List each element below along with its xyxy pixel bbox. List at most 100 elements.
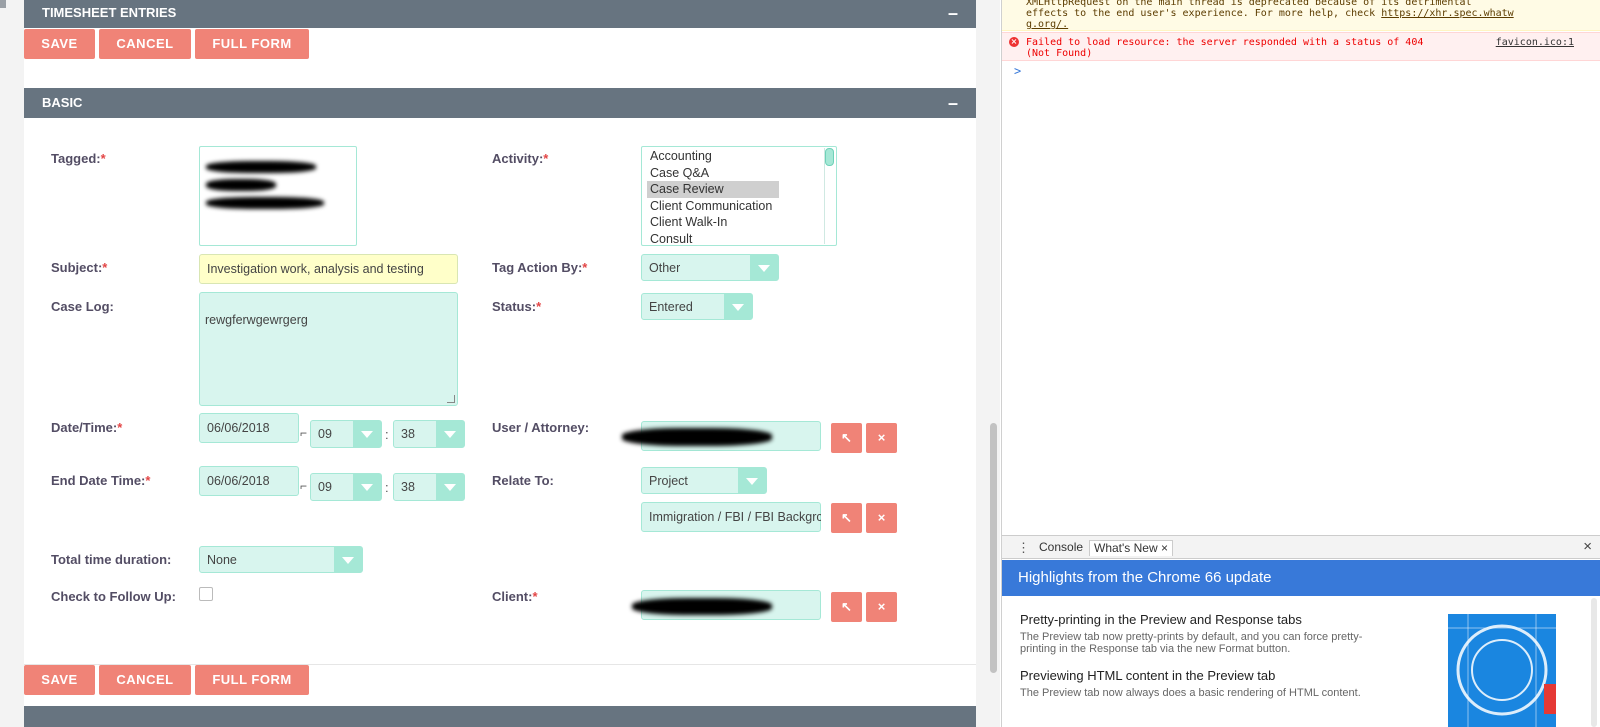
start-date-value: 06/06/2018 (207, 421, 270, 435)
whats-new-header: Highlights from the Chrome 66 update (1002, 560, 1600, 596)
console-warning: XMLHttpRequest on the main thread is dep… (1002, 0, 1600, 31)
left-gutter (0, 0, 22, 727)
tab-whats-new[interactable]: What's New × (1089, 540, 1173, 556)
tagged-users-list[interactable] (199, 146, 357, 246)
time-separator: : (385, 480, 389, 495)
basic-panel-header[interactable]: BASIC – (24, 88, 976, 118)
whats-new-item-desc: The Preview tab now pretty-prints by def… (1020, 631, 1363, 655)
timesheet-collapse-icon[interactable]: – (948, 0, 958, 28)
whats-new-scrollbar[interactable] (1591, 598, 1597, 727)
activity-scrollbar-thumb[interactable] (825, 148, 834, 166)
activity-option[interactable]: Client Communication (642, 198, 836, 215)
cancel-button-top[interactable]: CANCEL (99, 29, 191, 59)
more-menu-icon[interactable]: ⋮ (1017, 540, 1030, 556)
timesheet-panel-title: TIMESHEET ENTRIES (42, 5, 177, 20)
calendar-icon[interactable]: ⌐ (300, 426, 307, 440)
select-client-button[interactable]: ↖ (831, 592, 862, 622)
whats-new-item-title[interactable]: Pretty-printing in the Preview and Respo… (1020, 612, 1302, 627)
start-hour-select[interactable]: 09 (310, 420, 382, 448)
chevron-down-icon (353, 421, 381, 447)
time-separator: : (385, 427, 389, 442)
activity-label: Activity:* (492, 151, 549, 166)
end-date-input[interactable]: 06/06/2018 (199, 466, 299, 496)
start-date-input[interactable]: 06/06/2018 (199, 413, 299, 443)
timesheet-panel-header[interactable]: TIMESHEET ENTRIES – (24, 0, 976, 28)
start-minute-value: 38 (401, 427, 415, 441)
tagged-label: Tagged:* (51, 151, 106, 166)
duration-value: None (207, 552, 237, 567)
select-user-button[interactable]: ↖ (831, 423, 862, 453)
calendar-icon[interactable]: ⌐ (300, 479, 307, 493)
warning-link-cont[interactable]: g.org/. (1026, 19, 1600, 30)
chevron-down-icon (334, 547, 362, 572)
client-input[interactable] (632, 590, 821, 620)
warning-link[interactable]: https://xhr.spec.whatw (1381, 8, 1513, 19)
clear-user-button[interactable]: × (866, 423, 897, 453)
status-value: Entered (649, 299, 693, 314)
end-hour-value: 09 (318, 480, 332, 494)
duration-label: Total time duration: (51, 552, 172, 567)
end-date-value: 06/06/2018 (207, 474, 270, 488)
clear-record-button[interactable]: × (866, 503, 897, 533)
console-prompt[interactable]: > (1014, 64, 1021, 78)
activity-option[interactable]: Consult (642, 231, 836, 246)
end-hour-select[interactable]: 09 (310, 473, 382, 501)
chevron-down-icon (738, 468, 766, 493)
tab-console[interactable]: Console (1035, 540, 1087, 555)
app-page: TIMESHEET ENTRIES – SAVE CANCEL FULL FOR… (0, 0, 1000, 727)
clear-client-button[interactable]: × (866, 592, 897, 622)
follow-up-label: Check to Follow Up: (51, 589, 176, 604)
activity-option[interactable]: Client Walk-In (642, 214, 836, 231)
activity-option-selected[interactable]: Case Review (647, 181, 779, 198)
next-panel-header[interactable] (24, 706, 976, 727)
subject-input[interactable]: Investigation work, analysis and testing (199, 254, 458, 284)
relate-record-input[interactable]: Immigration / FBI / FBI Backgrc (641, 502, 821, 532)
chevron-down-icon (353, 474, 381, 500)
tag-action-label: Tag Action By:* (492, 260, 588, 275)
resize-grip-icon[interactable] (447, 395, 455, 403)
case-log-textarea[interactable]: rewgferwgewrgerg (199, 292, 458, 406)
console-error: × Failed to load resource: the server re… (1002, 32, 1600, 61)
end-minute-select[interactable]: 38 (393, 473, 465, 501)
subject-label: Subject:* (51, 260, 108, 275)
date-time-label: Date/Time:* (51, 420, 123, 435)
error-source-link[interactable]: favicon.ico:1 (1496, 37, 1574, 48)
duration-select[interactable]: None (199, 546, 363, 573)
devtools-panel: XMLHttpRequest on the main thread is dep… (1001, 0, 1600, 727)
basic-collapse-icon[interactable]: – (948, 88, 958, 118)
close-drawer-icon[interactable]: × (1583, 538, 1592, 555)
feature-illustration-graphic (1448, 614, 1556, 727)
user-attorney-input[interactable] (622, 421, 821, 451)
close-icon: × (877, 510, 886, 525)
page-scrollbar[interactable] (986, 0, 1000, 727)
end-date-time-label: End Date Time:* (51, 473, 151, 488)
activity-listbox[interactable]: Accounting Case Q&A Case Review Client C… (641, 146, 837, 246)
activity-option[interactable]: Case Q&A (642, 165, 836, 182)
relate-to-value: Project (649, 473, 688, 488)
status-select[interactable]: Entered (641, 293, 753, 320)
tag-action-select[interactable]: Other (641, 254, 779, 281)
select-record-button[interactable]: ↖ (831, 503, 862, 533)
save-button-bottom[interactable]: SAVE (24, 665, 95, 695)
follow-up-checkbox[interactable] (199, 587, 213, 601)
save-button-top[interactable]: SAVE (24, 29, 95, 59)
end-minute-value: 38 (401, 480, 415, 494)
relate-to-select[interactable]: Project (641, 467, 767, 494)
full-form-button-top[interactable]: FULL FORM (195, 29, 309, 59)
relate-record-value: Immigration / FBI / FBI Backgrc (649, 510, 821, 524)
chevron-down-icon (436, 421, 464, 447)
cancel-button-bottom[interactable]: CANCEL (99, 665, 191, 695)
activity-scrollbar[interactable] (824, 148, 834, 244)
full-form-button-bottom[interactable]: FULL FORM (195, 665, 309, 695)
chevron-down-icon (750, 255, 778, 280)
screen: TIMESHEET ENTRIES – SAVE CANCEL FULL FOR… (0, 0, 1600, 727)
warning-line: effects to the end user's experience. Fo… (1026, 8, 1514, 19)
redacted-name (206, 197, 324, 209)
cursor-arrow-icon: ↖ (841, 510, 852, 525)
activity-option[interactable]: Accounting (642, 148, 836, 165)
start-minute-select[interactable]: 38 (393, 420, 465, 448)
whats-new-item-title[interactable]: Previewing HTML content in the Preview t… (1020, 668, 1275, 683)
page-scrollbar-thumb[interactable] (990, 423, 997, 673)
chevron-down-icon (724, 294, 752, 319)
cursor-arrow-icon: ↖ (841, 430, 852, 445)
